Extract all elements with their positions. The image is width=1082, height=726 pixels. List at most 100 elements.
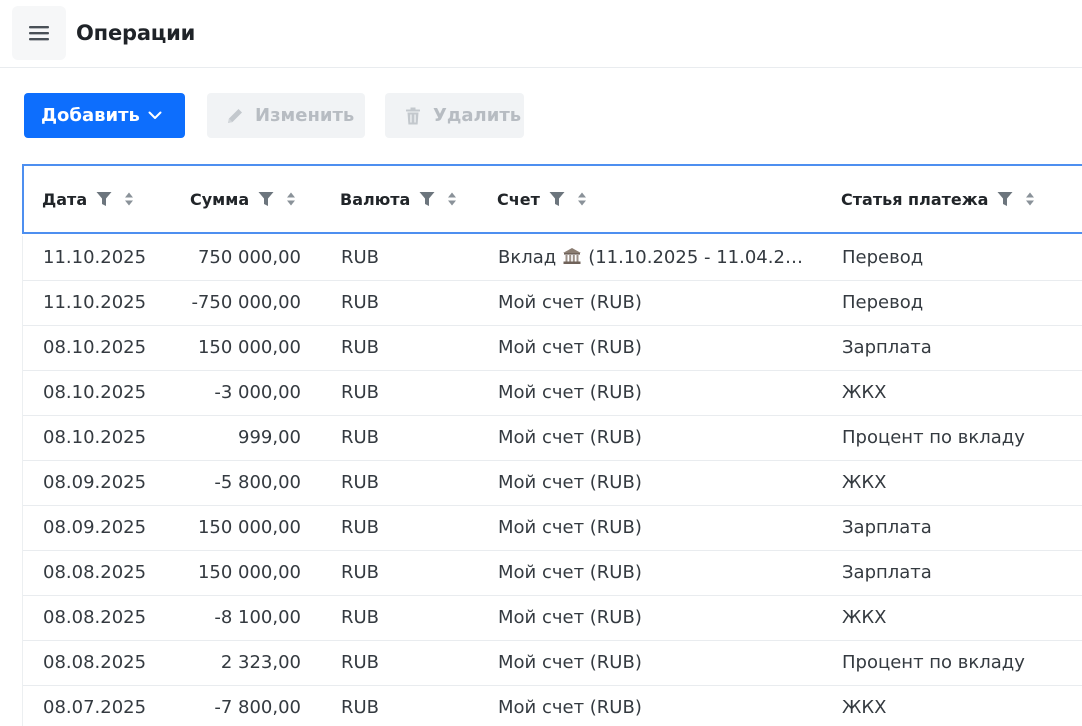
edit-button-label: Изменить bbox=[255, 105, 355, 126]
page-title: Операции bbox=[76, 21, 196, 45]
pencil-icon bbox=[228, 108, 242, 123]
cell-amount: 150 000,00 bbox=[197, 337, 301, 358]
bank-icon bbox=[563, 248, 582, 264]
table-row[interactable]: 08.08.2025 150 000,00 RUB Мой счет (RUB)… bbox=[23, 551, 1082, 596]
column-label: Счет bbox=[497, 189, 540, 209]
filter-icon[interactable] bbox=[997, 191, 1013, 207]
table-row[interactable]: 08.07.2025 -7 800,00 RUB Мой счет (RUB) … bbox=[23, 686, 1082, 726]
filter-icon[interactable] bbox=[419, 191, 435, 207]
table-row[interactable]: 11.10.2025 -750 000,00 RUB Мой счет (RUB… bbox=[23, 281, 1082, 326]
table-row[interactable]: 08.09.2025 -5 800,00 RUB Мой счет (RUB) … bbox=[23, 461, 1082, 506]
toolbar: Добавить Изменить Удалить bbox=[0, 93, 1082, 138]
cell-account: Мой счет (RUB) bbox=[498, 652, 642, 673]
cell-date: 11.10.2025 bbox=[43, 247, 147, 268]
cell-currency: RUB bbox=[341, 607, 380, 628]
cell-currency: RUB bbox=[341, 247, 380, 268]
cell-date: 08.10.2025 bbox=[43, 427, 147, 448]
account-prefix: Вклад bbox=[498, 247, 557, 268]
cell-currency: RUB bbox=[341, 337, 380, 358]
edit-button[interactable]: Изменить bbox=[207, 93, 365, 138]
cell-account: Мой счет (RUB) bbox=[498, 292, 642, 313]
column-header-date[interactable]: Дата bbox=[42, 166, 134, 232]
table-row[interactable]: 08.10.2025 150 000,00 RUB Мой счет (RUB)… bbox=[23, 326, 1082, 371]
cell-amount: 750 000,00 bbox=[197, 247, 301, 268]
sort-icon[interactable] bbox=[1025, 191, 1035, 207]
add-button[interactable]: Добавить bbox=[24, 93, 185, 138]
table-row[interactable]: 11.10.2025 750 000,00 RUB Вклад (11.10.20… bbox=[23, 236, 1082, 281]
table-row[interactable]: 08.09.2025 150 000,00 RUB Мой счет (RUB)… bbox=[23, 506, 1082, 551]
table-body: 11.10.2025 750 000,00 RUB Вклад (11.10.20… bbox=[22, 236, 1082, 726]
cell-currency: RUB bbox=[341, 517, 380, 538]
cell-amount: 150 000,00 bbox=[197, 562, 301, 583]
cell-article: ЖКХ bbox=[842, 697, 887, 718]
menu-button[interactable] bbox=[12, 6, 66, 60]
cell-account: Мой счет (RUB) bbox=[498, 607, 642, 628]
column-header-account[interactable]: Счет bbox=[497, 166, 587, 232]
table-row[interactable]: 08.10.2025 999,00 RUB Мой счет (RUB) Про… bbox=[23, 416, 1082, 461]
hamburger-icon bbox=[29, 26, 49, 41]
table-row[interactable]: 08.08.2025 2 323,00 RUB Мой счет (RUB) П… bbox=[23, 641, 1082, 686]
column-label: Дата bbox=[42, 189, 88, 209]
cell-article: ЖКХ bbox=[842, 382, 887, 403]
column-label: Валюта bbox=[340, 189, 411, 209]
cell-article: Зарплата bbox=[842, 562, 932, 583]
sort-icon[interactable] bbox=[286, 191, 296, 207]
account-text: (11.10.2025 - 11.04.20... bbox=[588, 247, 803, 268]
column-label: Сумма bbox=[190, 189, 250, 209]
operations-table: Дата Сумма Валюта Счет Статья платежа 11… bbox=[22, 164, 1082, 726]
sort-icon[interactable] bbox=[447, 191, 457, 207]
table-row[interactable]: 08.08.2025 -8 100,00 RUB Мой счет (RUB) … bbox=[23, 596, 1082, 641]
cell-currency: RUB bbox=[341, 382, 380, 403]
column-header-currency[interactable]: Валюта bbox=[340, 166, 457, 232]
trash-icon bbox=[406, 107, 420, 124]
cell-date: 08.09.2025 bbox=[43, 517, 147, 538]
column-header-amount[interactable]: Сумма bbox=[190, 166, 296, 232]
delete-button-label: Удалить bbox=[433, 105, 522, 126]
cell-account: Мой счет (RUB) bbox=[498, 517, 642, 538]
cell-date: 08.10.2025 bbox=[43, 337, 147, 358]
cell-currency: RUB bbox=[341, 427, 380, 448]
sort-icon[interactable] bbox=[577, 191, 587, 207]
cell-account: Мой счет (RUB) bbox=[498, 337, 642, 358]
cell-amount: -750 000,00 bbox=[191, 292, 301, 313]
table-row[interactable]: 08.10.2025 -3 000,00 RUB Мой счет (RUB) … bbox=[23, 371, 1082, 416]
top-bar: Операции bbox=[0, 0, 1082, 68]
cell-article: ЖКХ bbox=[842, 472, 887, 493]
cell-date: 08.07.2025 bbox=[43, 697, 147, 718]
cell-account: Вклад (11.10.2025 - 11.04.20... bbox=[498, 236, 803, 281]
cell-article: ЖКХ bbox=[842, 607, 887, 628]
filter-icon[interactable] bbox=[549, 191, 565, 207]
cell-currency: RUB bbox=[341, 652, 380, 673]
filter-icon[interactable] bbox=[96, 191, 112, 207]
filter-icon[interactable] bbox=[258, 191, 274, 207]
column-label: Статья платежа bbox=[841, 189, 989, 209]
cell-date: 08.08.2025 bbox=[43, 607, 147, 628]
cell-date: 08.08.2025 bbox=[43, 562, 147, 583]
cell-article: Зарплата bbox=[842, 337, 932, 358]
cell-article: Перевод bbox=[842, 247, 924, 268]
cell-date: 08.09.2025 bbox=[43, 472, 147, 493]
add-button-label: Добавить bbox=[41, 105, 140, 126]
cell-account: Мой счет (RUB) bbox=[498, 562, 642, 583]
cell-amount: 999,00 bbox=[238, 427, 301, 448]
cell-date: 08.08.2025 bbox=[43, 652, 147, 673]
cell-currency: RUB bbox=[341, 562, 380, 583]
cell-account: Мой счет (RUB) bbox=[498, 697, 642, 718]
delete-button[interactable]: Удалить bbox=[385, 93, 524, 138]
cell-amount: 2 323,00 bbox=[220, 652, 301, 673]
cell-account: Мой счет (RUB) bbox=[498, 382, 642, 403]
cell-amount: -5 800,00 bbox=[214, 472, 301, 493]
cell-amount: -7 800,00 bbox=[214, 697, 301, 718]
cell-currency: RUB bbox=[341, 472, 380, 493]
cell-currency: RUB bbox=[341, 292, 380, 313]
column-header-payment-article[interactable]: Статья платежа bbox=[841, 166, 1035, 232]
table-header: Дата Сумма Валюта Счет Статья платежа bbox=[22, 164, 1082, 234]
cell-amount: -3 000,00 bbox=[214, 382, 301, 403]
chevron-down-icon bbox=[148, 111, 162, 119]
cell-article: Процент по вкладу bbox=[842, 652, 1025, 673]
cell-date: 11.10.2025 bbox=[43, 292, 147, 313]
cell-account: Мой счет (RUB) bbox=[498, 427, 642, 448]
sort-icon[interactable] bbox=[124, 191, 134, 207]
cell-amount: 150 000,00 bbox=[197, 517, 301, 538]
cell-article: Перевод bbox=[842, 292, 924, 313]
